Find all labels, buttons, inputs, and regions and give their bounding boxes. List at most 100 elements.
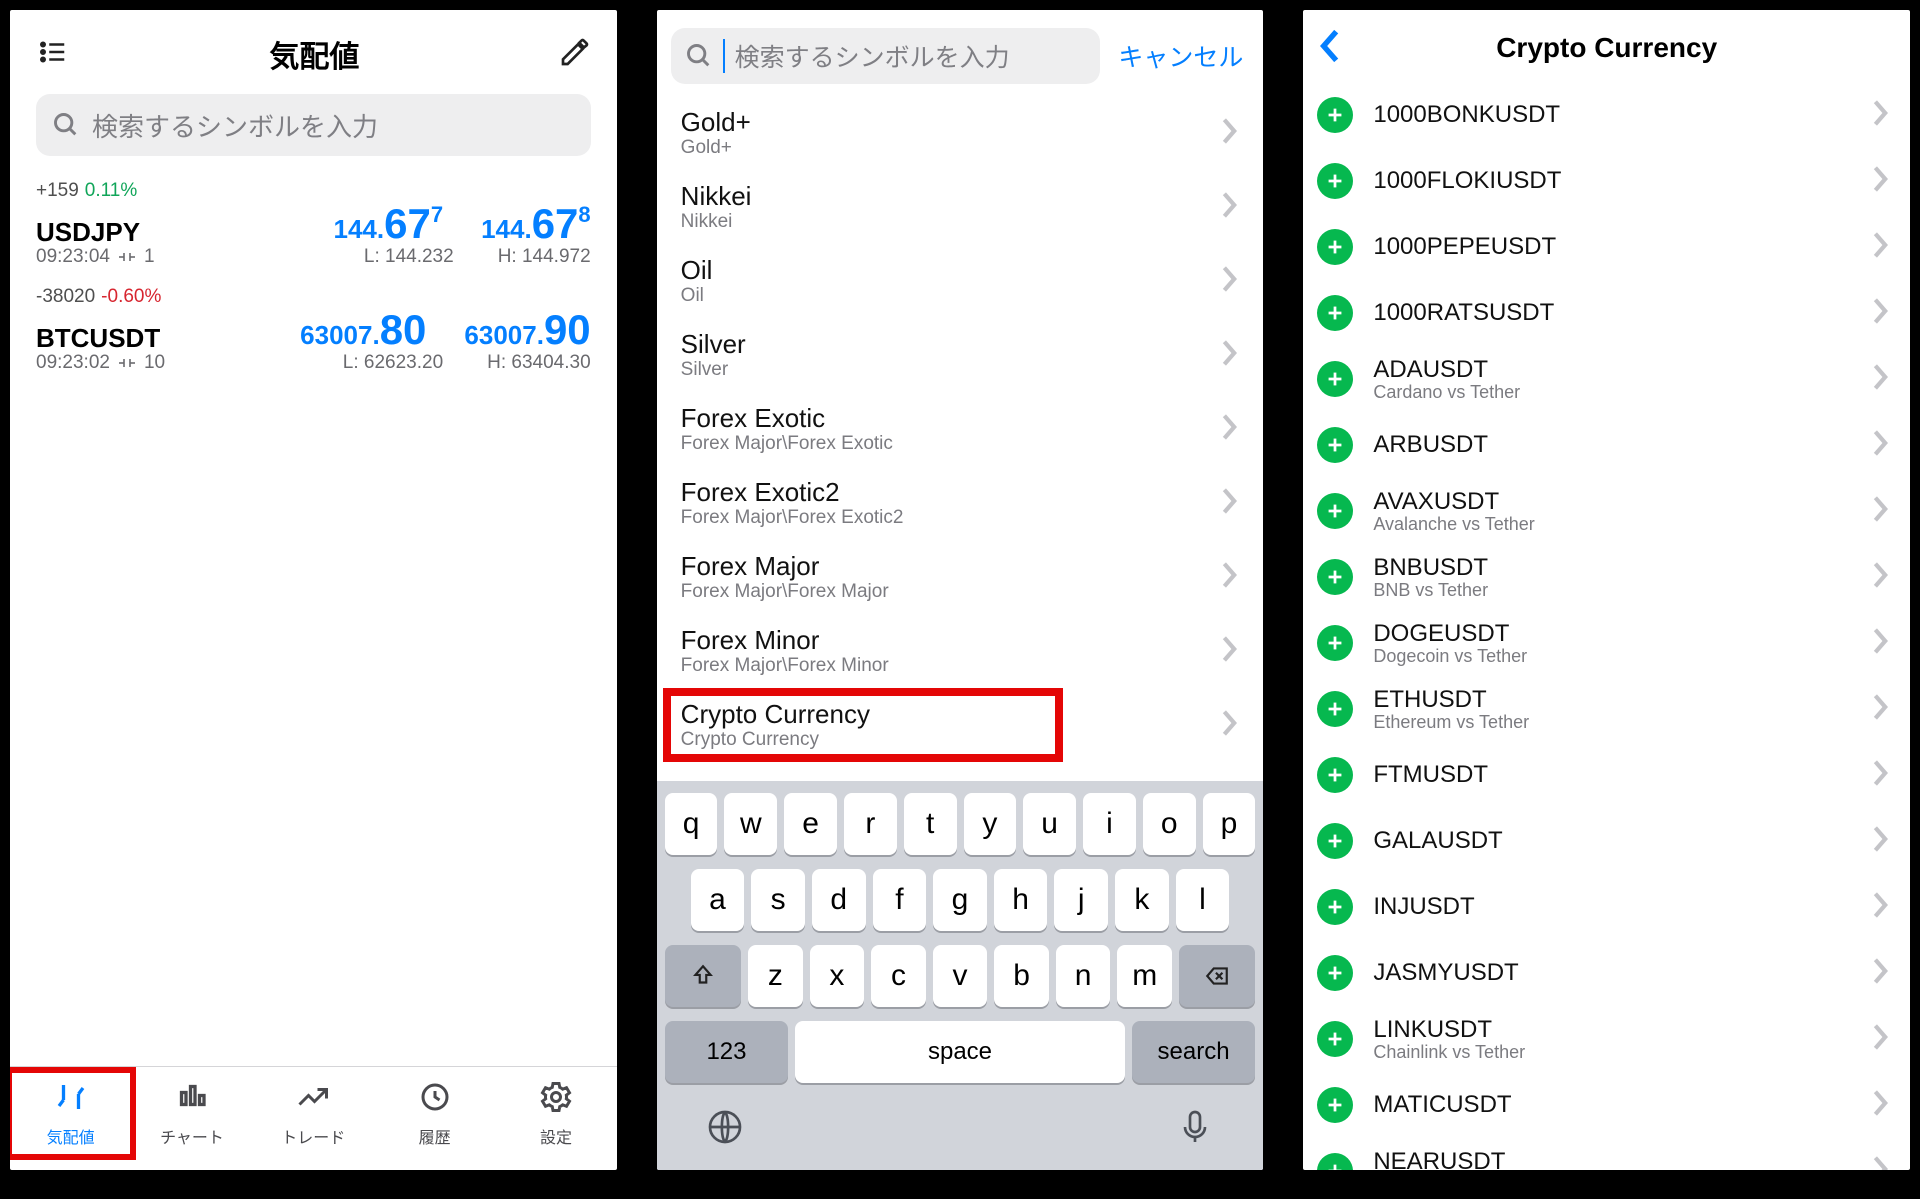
key-r[interactable]: r: [844, 793, 897, 855]
add-button[interactable]: [1317, 625, 1353, 661]
symbol-row[interactable]: 1000RATSUSDT: [1303, 280, 1910, 346]
key-g[interactable]: g: [933, 869, 987, 931]
add-button[interactable]: [1317, 1087, 1353, 1123]
add-button[interactable]: [1317, 889, 1353, 925]
symbol-row[interactable]: BNBUSDTBNB vs Tether: [1303, 544, 1910, 610]
key-q[interactable]: q: [665, 793, 718, 855]
key-k[interactable]: k: [1115, 869, 1169, 931]
highlight-box: [10, 1067, 136, 1160]
add-button[interactable]: [1317, 493, 1353, 529]
category-row[interactable]: SilverSilver: [657, 318, 1264, 392]
category-row[interactable]: Forex MinorForex Major\Forex Minor: [657, 614, 1264, 688]
symbol-row[interactable]: 1000BONKUSDT: [1303, 82, 1910, 148]
category-row[interactable]: Crypto CurrencyCrypto Currency: [657, 688, 1264, 762]
symbol-row[interactable]: FTMUSDT: [1303, 742, 1910, 808]
category-name: Crypto Currency: [681, 699, 870, 730]
key-space[interactable]: space: [795, 1021, 1125, 1083]
add-button[interactable]: [1317, 97, 1353, 133]
list-view-icon[interactable]: [36, 37, 70, 72]
category-row[interactable]: NikkeiNikkei: [657, 170, 1264, 244]
add-button[interactable]: [1317, 295, 1353, 331]
key-h[interactable]: h: [994, 869, 1048, 931]
key-d[interactable]: d: [812, 869, 866, 931]
key-z[interactable]: z: [748, 945, 803, 1007]
add-button[interactable]: [1317, 361, 1353, 397]
quote-row[interactable]: +159 0.11% USDJPY 144.677 144.678 09:23:…: [10, 170, 617, 276]
search-input[interactable]: 検索するシンボルを入力: [671, 28, 1101, 84]
key-n[interactable]: n: [1056, 945, 1111, 1007]
add-button[interactable]: [1317, 163, 1353, 199]
symbol-row[interactable]: NEARUSDTNEAR Protocol vs Tether: [1303, 1138, 1910, 1170]
crypto-list-screen: Crypto Currency 1000BONKUSDT 1000FLOKIUS…: [1303, 10, 1910, 1170]
key-t[interactable]: t: [904, 793, 957, 855]
category-row[interactable]: Gold+Gold+: [657, 96, 1264, 170]
key-j[interactable]: j: [1054, 869, 1108, 931]
tab-history[interactable]: 履歴: [380, 1079, 490, 1148]
symbol-row[interactable]: MATICUSDT: [1303, 1072, 1910, 1138]
symbol-row[interactable]: JASMYUSDT: [1303, 940, 1910, 1006]
quote-row[interactable]: -38020 -0.60% BTCUSDT 63007.80 63007.90 …: [10, 276, 617, 382]
symbol-name: BNBUSDT: [1373, 554, 1488, 582]
chevron-right-icon: [1221, 413, 1239, 446]
key-o[interactable]: o: [1143, 793, 1196, 855]
key-backspace[interactable]: [1179, 945, 1255, 1007]
key-p[interactable]: p: [1203, 793, 1256, 855]
key-w[interactable]: w: [724, 793, 777, 855]
mic-icon[interactable]: [1175, 1107, 1215, 1152]
symbol-row[interactable]: GALAUSDT: [1303, 808, 1910, 874]
globe-icon[interactable]: [705, 1107, 745, 1152]
key-e[interactable]: e: [784, 793, 837, 855]
add-button[interactable]: [1317, 691, 1353, 727]
symbol-row[interactable]: INJUSDT: [1303, 874, 1910, 940]
chevron-right-icon: [1872, 825, 1890, 858]
key-f[interactable]: f: [873, 869, 927, 931]
key-l[interactable]: l: [1176, 869, 1230, 931]
symbol-row[interactable]: LINKUSDTChainlink vs Tether: [1303, 1006, 1910, 1072]
key-m[interactable]: m: [1117, 945, 1172, 1007]
key-u[interactable]: u: [1023, 793, 1076, 855]
back-button[interactable]: [1317, 28, 1341, 69]
symbol-row[interactable]: ADAUSDTCardano vs Tether: [1303, 346, 1910, 412]
key-123[interactable]: 123: [665, 1021, 789, 1083]
key-a[interactable]: a: [691, 869, 745, 931]
tab-settings[interactable]: 設定: [501, 1079, 611, 1148]
key-s[interactable]: s: [751, 869, 805, 931]
category-row[interactable]: Forex Exotic2Forex Major\Forex Exotic2: [657, 466, 1264, 540]
add-button[interactable]: [1317, 823, 1353, 859]
tab-quotes[interactable]: 気配値: [16, 1079, 126, 1148]
key-x[interactable]: x: [810, 945, 865, 1007]
search-input[interactable]: 検索するシンボルを入力: [36, 94, 591, 156]
key-y[interactable]: y: [964, 793, 1017, 855]
cancel-button[interactable]: キャンセル: [1112, 38, 1249, 74]
add-button[interactable]: [1317, 1153, 1353, 1170]
symbol-row[interactable]: ETHUSDTEthereum vs Tether: [1303, 676, 1910, 742]
add-button[interactable]: [1317, 757, 1353, 793]
key-v[interactable]: v: [933, 945, 988, 1007]
symbol-row[interactable]: 1000PEPEUSDT: [1303, 214, 1910, 280]
category-row[interactable]: Forex MajorForex Major\Forex Major: [657, 540, 1264, 614]
add-button[interactable]: [1317, 955, 1353, 991]
add-button[interactable]: [1317, 229, 1353, 265]
chevron-right-icon: [1872, 957, 1890, 990]
key-search[interactable]: search: [1132, 1021, 1256, 1083]
key-i[interactable]: i: [1083, 793, 1136, 855]
edit-icon[interactable]: [559, 36, 591, 73]
category-name: Gold+: [681, 107, 751, 138]
key-shift[interactable]: [665, 945, 741, 1007]
tab-label: 設定: [540, 1124, 572, 1148]
category-row[interactable]: Forex ExoticForex Major\Forex Exotic: [657, 392, 1264, 466]
chevron-right-icon: [1221, 339, 1239, 372]
add-button[interactable]: [1317, 427, 1353, 463]
tab-trade[interactable]: トレード: [258, 1079, 368, 1148]
symbol-row[interactable]: AVAXUSDTAvalanche vs Tether: [1303, 478, 1910, 544]
category-path: Gold+: [681, 137, 751, 159]
add-button[interactable]: [1317, 1021, 1353, 1057]
tab-chart[interactable]: チャート: [137, 1079, 247, 1148]
symbol-row[interactable]: 1000FLOKIUSDT: [1303, 148, 1910, 214]
key-b[interactable]: b: [994, 945, 1049, 1007]
add-button[interactable]: [1317, 559, 1353, 595]
category-row[interactable]: OilOil: [657, 244, 1264, 318]
symbol-row[interactable]: ARBUSDT: [1303, 412, 1910, 478]
symbol-row[interactable]: DOGEUSDTDogecoin vs Tether: [1303, 610, 1910, 676]
key-c[interactable]: c: [871, 945, 926, 1007]
